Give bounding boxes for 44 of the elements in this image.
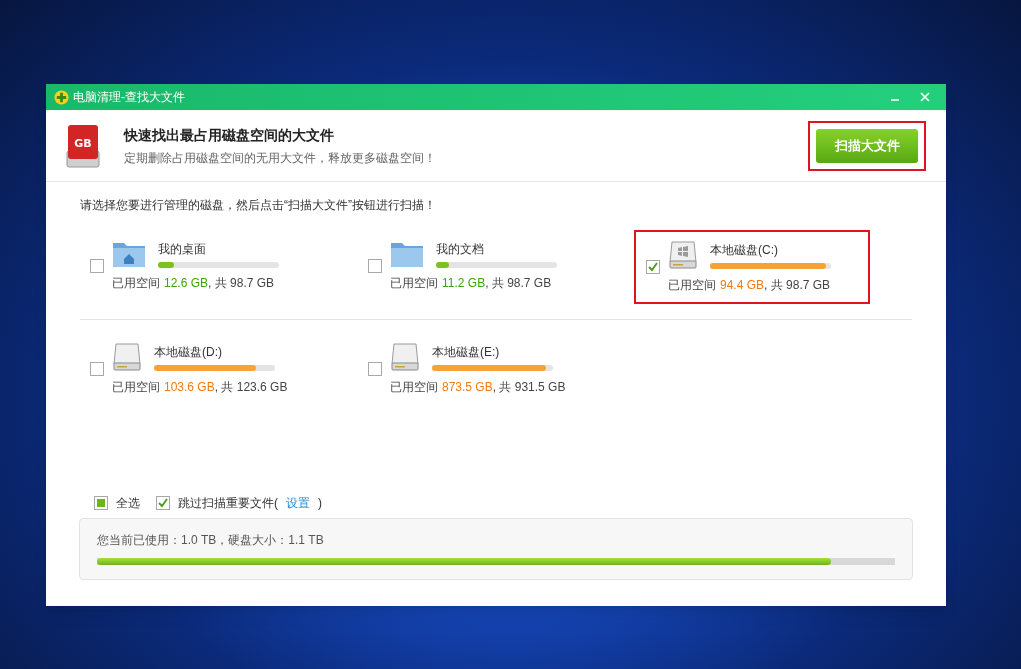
drive-name: 本地磁盘(C:) — [710, 242, 779, 259]
used-space-value: 103.6 GB — [164, 379, 215, 396]
drive-card[interactable]: 本地磁盘(E:) 已用空间 873.5 GB, 共 931.5 GB — [358, 334, 590, 404]
drive-card[interactable]: 我的桌面 已用空间 12.6 GB, 共 98.7 GB — [80, 232, 312, 300]
header-title: 快速找出最占用磁盘空间的大文件 — [124, 125, 335, 145]
used-space-value: 873.5 GB — [442, 379, 493, 396]
total-space-text: , 共 123.6 GB — [214, 379, 288, 396]
drive-card[interactable]: 我的文档 已用空间 11.2 GB, 共 98.7 GB — [358, 232, 590, 300]
checkbox[interactable] — [156, 496, 170, 510]
checkbox[interactable] — [368, 259, 382, 273]
total-space-text: , 共 98.7 GB — [485, 275, 552, 292]
total-space-text: , 共 98.7 GB — [764, 277, 831, 294]
drive-name: 本地磁盘(D:) — [154, 344, 223, 361]
checkbox[interactable] — [90, 259, 104, 273]
windows-drive-icon — [668, 240, 698, 270]
drive-name: 本地磁盘(E:) — [432, 344, 501, 361]
drive-name: 我的桌面 — [158, 241, 207, 258]
hard-drive-icon — [390, 342, 420, 372]
drive-name: 我的文档 — [436, 241, 485, 258]
hard-drive-icon — [112, 342, 142, 372]
settings-link[interactable]: 设置 — [286, 494, 310, 512]
home-folder-icon — [112, 240, 146, 268]
instruction-text: 请选择您要进行管理的磁盘，然后点击“扫描大文件”按钮进行扫描！ — [80, 197, 437, 214]
checkbox[interactable] — [368, 362, 382, 376]
header-subtitle: 定期删除占用磁盘空间的无用大文件，释放更多磁盘空间！ — [124, 149, 436, 167]
closing-paren: ) — [318, 495, 322, 512]
used-space-label: 已用空间 — [112, 379, 160, 396]
used-space-label: 已用空间 — [390, 379, 438, 396]
checkbox[interactable] — [94, 496, 108, 510]
total-space-text: , 共 931.5 GB — [492, 379, 566, 396]
summary-text: 您当前已使用：1.0 TB，硬盘大小：1.1 TB — [97, 532, 325, 549]
used-space-label: 已用空间 — [668, 277, 716, 294]
checkbox[interactable] — [90, 362, 104, 376]
total-space-text: , 共 98.7 GB — [208, 275, 275, 292]
close-icon[interactable] — [920, 92, 930, 102]
folder-icon — [390, 240, 424, 268]
used-space-label: 已用空间 — [112, 275, 160, 292]
drive-card[interactable]: 本地磁盘(D:) 已用空间 103.6 GB, 共 123.6 GB — [80, 334, 312, 404]
window-title: 电脑清理-查找大文件 — [73, 89, 185, 106]
used-space-label: 已用空间 — [390, 275, 438, 292]
skip-important-label: 跳过扫描重要文件( — [178, 495, 278, 512]
checkbox[interactable] — [646, 260, 660, 274]
select-all-label: 全选 — [116, 495, 140, 512]
plus-logo-icon — [54, 89, 69, 105]
